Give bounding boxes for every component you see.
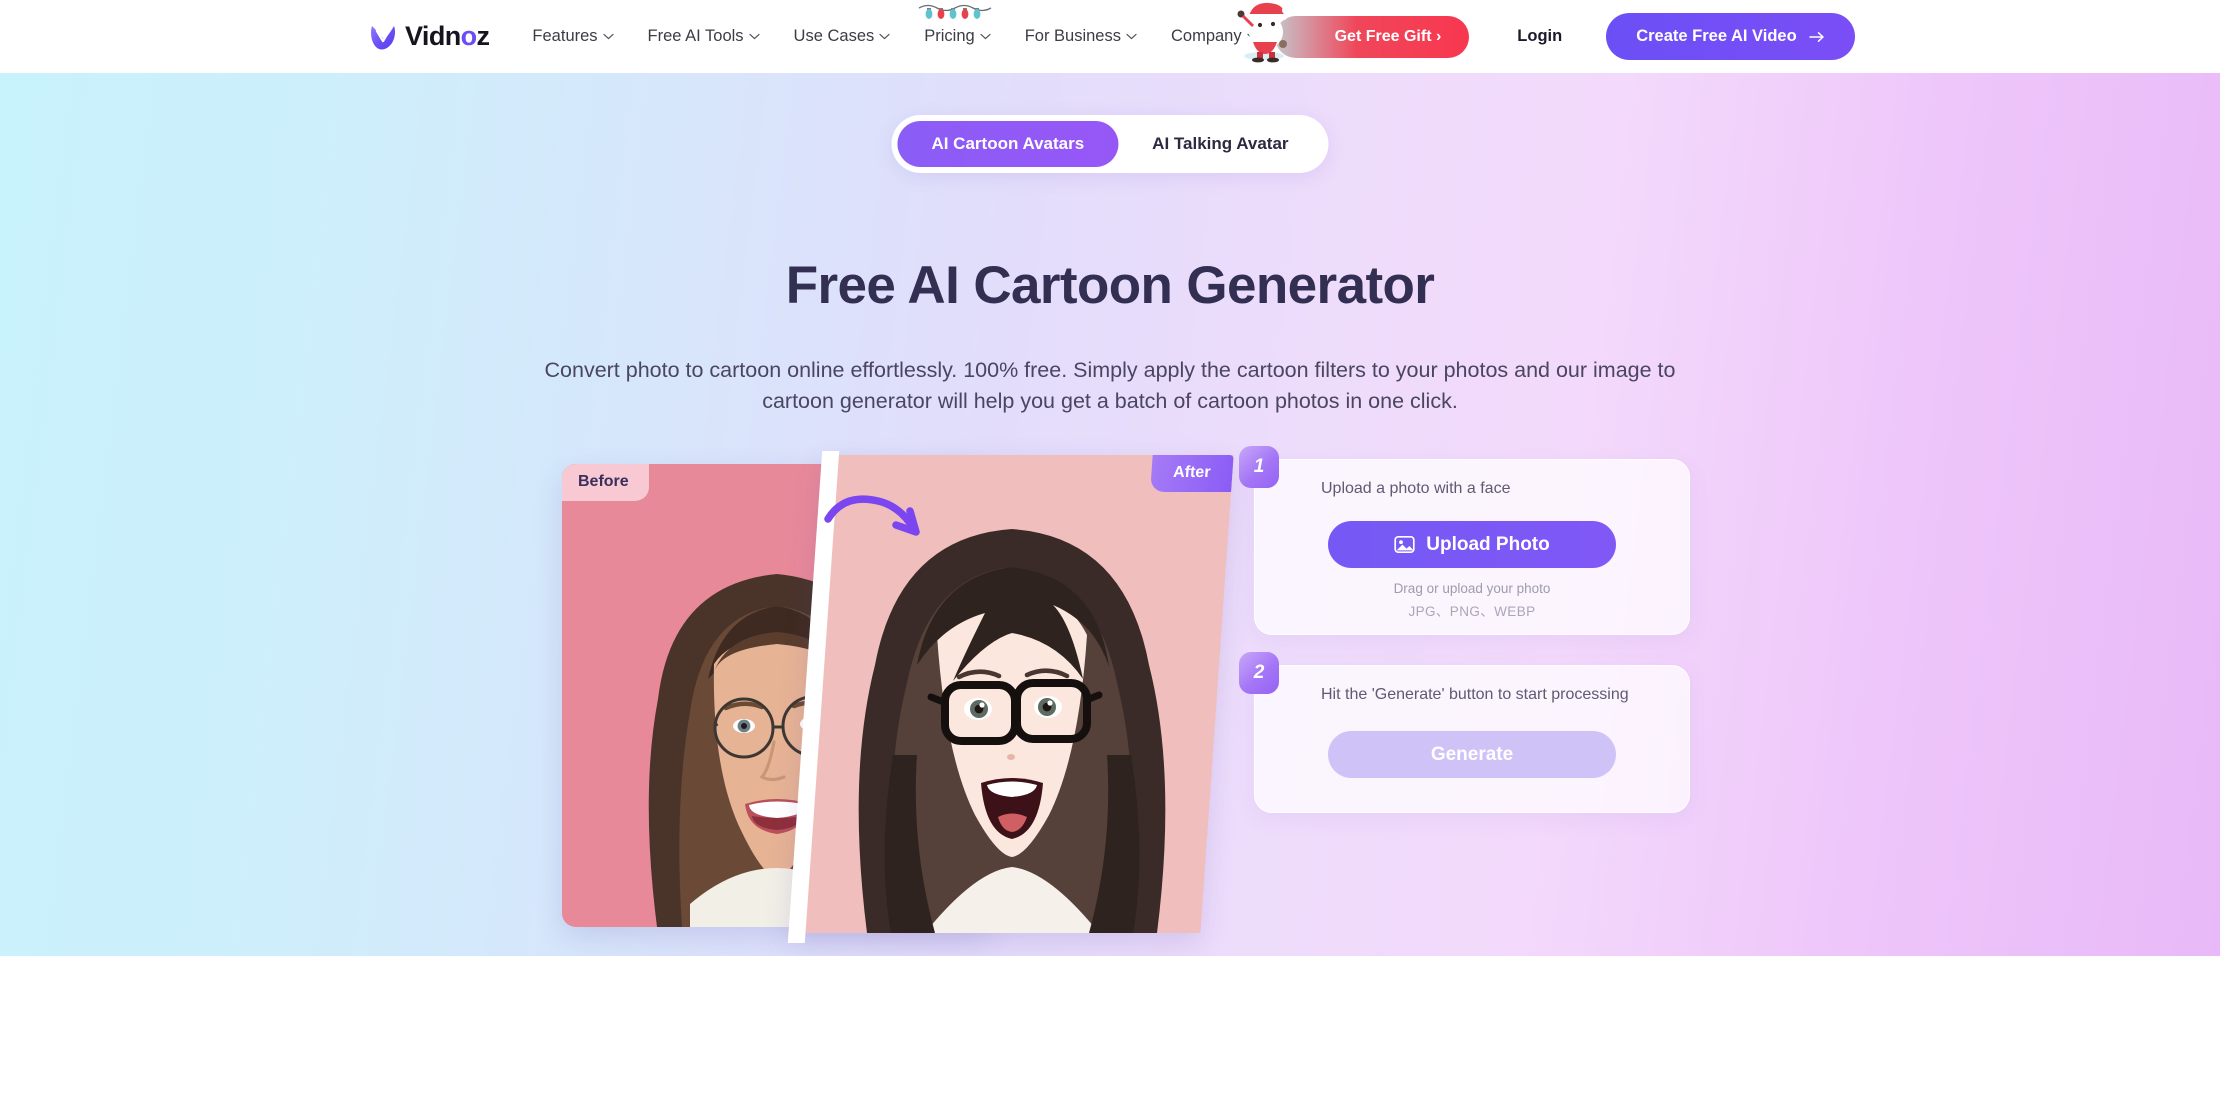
brand-name: Vidnoz (405, 21, 490, 51)
generate-button[interactable]: Generate (1328, 731, 1616, 778)
mode-tab-switch: AI Cartoon Avatars AI Talking Avatar (891, 115, 1329, 173)
chevron-down-icon (602, 33, 614, 40)
nav-label: Company (1170, 27, 1242, 45)
chevron-down-icon (748, 33, 760, 40)
nav-label: Pricing (924, 27, 975, 45)
upload-photo-button[interactable]: Upload Photo (1328, 521, 1616, 568)
nav-item-use-cases[interactable]: Use Cases (777, 19, 908, 54)
header-actions: Get Free Gift › Login Create Free AI Vid… (1237, 2, 2201, 62)
get-free-gift-button[interactable]: Get Free Gift › (1274, 15, 1470, 58)
header-inner: Vidnoz Features Free AI Tools Use Cases (0, 2, 2220, 62)
step-number-badge: 2 (1239, 652, 1279, 694)
login-link[interactable]: Login (1495, 19, 1584, 54)
badge-before: Before (562, 464, 649, 501)
step-number-badge: 1 (1239, 446, 1279, 488)
tab-ai-talking-avatar[interactable]: AI Talking Avatar (1118, 121, 1322, 167)
nav-label: Features (532, 27, 598, 45)
nav-item-features[interactable]: Features (515, 19, 630, 54)
page-footer-space (0, 956, 2220, 1096)
step-2-label: Hit the 'Generate' button to start proce… (1321, 686, 1629, 703)
brand-logo[interactable]: Vidnoz (368, 21, 490, 52)
chevron-down-icon (1126, 33, 1137, 40)
vidnoz-v-logo-icon (371, 25, 396, 50)
gift-button-wrap: Get Free Gift › (1237, 2, 1470, 62)
supported-formats: JPG、PNG、WEBP (1408, 603, 1536, 619)
create-free-ai-video-button[interactable]: Create Free AI Video (1606, 13, 1855, 60)
nav-label: Free AI Tools (647, 27, 744, 45)
tab-ai-cartoon-avatars[interactable]: AI Cartoon Avatars (897, 121, 1119, 167)
step-1-label: Upload a photo with a face (1321, 480, 1511, 497)
nav-label: Use Cases (793, 27, 875, 45)
cta-label: Create Free AI Video (1636, 27, 1797, 45)
nav-label: For Business (1024, 27, 1121, 45)
upload-hint: Drag or upload your photo (1393, 581, 1551, 596)
before-after-comparison: Before After (562, 451, 1252, 943)
arrow-right-icon (1808, 31, 1824, 42)
hero-section: AI Cartoon Avatars AI Talking Avatar Fre… (0, 73, 2220, 956)
chevron-down-icon (879, 33, 890, 40)
nav-item-pricing[interactable]: Pricing (907, 4, 1007, 54)
chevron-down-icon (1247, 33, 1258, 40)
chevron-down-icon (980, 33, 991, 40)
step-card-1: 1 Upload a photo with a face Upload Phot… (1239, 446, 1690, 635)
main-nav: Features Free AI Tools Use Cases Pricing… (515, 4, 1275, 54)
site-header: Vidnoz Features Free AI Tools Use Cases (0, 0, 2220, 73)
nav-item-company[interactable]: Company (1154, 19, 1275, 54)
nav-item-for-business[interactable]: For Business (1008, 19, 1154, 54)
page-subtitle: Convert photo to cartoon online effortle… (544, 358, 1676, 414)
image-upload-icon (1394, 535, 1415, 554)
page-title: Free AI Cartoon Generator (785, 256, 1435, 315)
step-card-2: 2 Hit the 'Generate' button to start pro… (1239, 652, 1690, 813)
badge-after: After (1149, 455, 1234, 492)
upload-photo-label: Upload Photo (1426, 533, 1550, 555)
curved-arrow-right-icon (824, 495, 920, 536)
christmas-lights-icon (919, 4, 992, 19)
nav-item-free-ai-tools[interactable]: Free AI Tools (631, 19, 777, 54)
steps-panel: 1 Upload a photo with a face Upload Phot… (1239, 446, 1690, 813)
